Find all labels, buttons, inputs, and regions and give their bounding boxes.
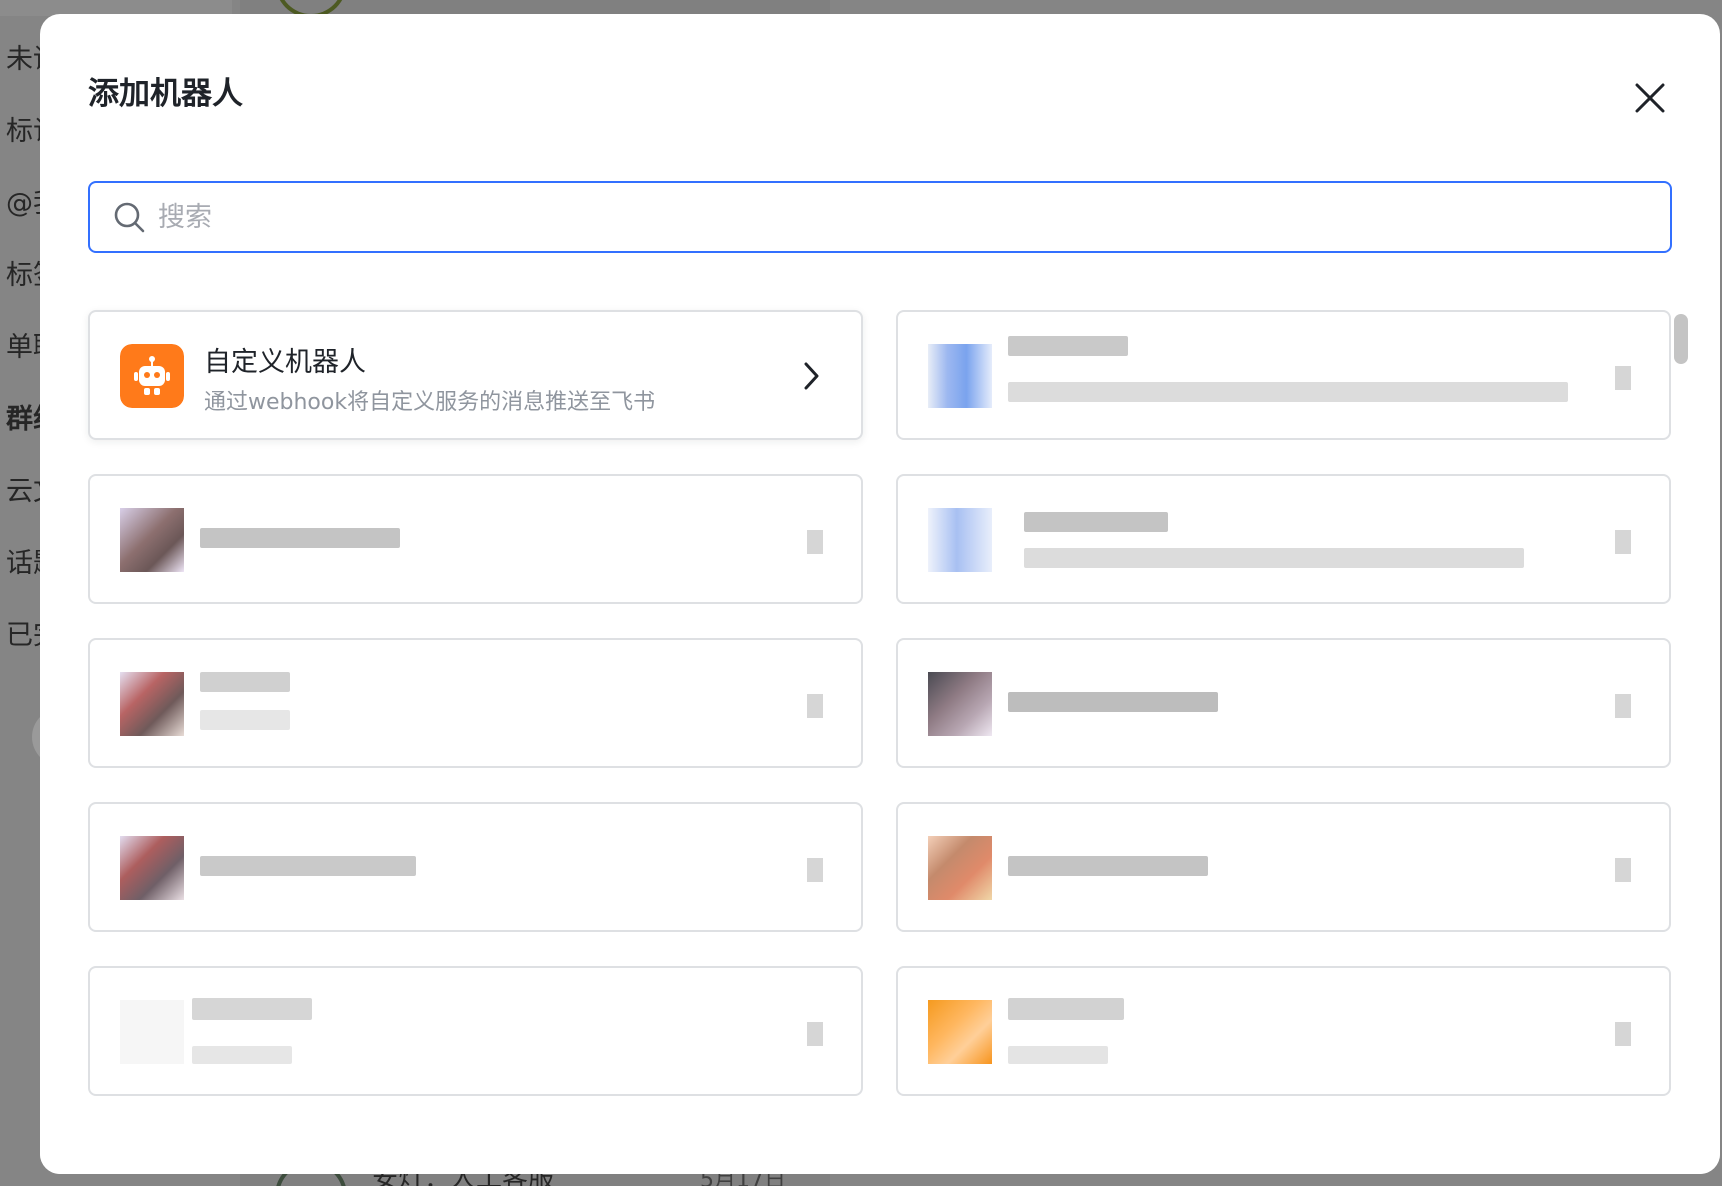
bot-arrow-redacted — [807, 1022, 823, 1046]
bot-name-redacted — [1024, 512, 1168, 532]
custom-bot-description: 通过webhook将自定义服务的消息推送至飞书 — [204, 390, 656, 415]
robot-icon — [120, 344, 184, 408]
dialog-bottom-padding — [40, 1114, 1720, 1174]
bot-desc-redacted — [1008, 1046, 1108, 1064]
bot-avatar — [928, 1000, 992, 1064]
bot-name-redacted — [1008, 856, 1208, 876]
bot-avatar — [120, 672, 184, 736]
bot-name-redacted — [200, 672, 290, 692]
search-box[interactable] — [88, 181, 1672, 253]
chevron-right-icon — [804, 362, 819, 390]
bot-arrow-redacted — [1615, 694, 1631, 718]
bot-avatar — [928, 672, 992, 736]
bot-arrow-redacted — [1615, 1022, 1631, 1046]
bot-arrow-redacted — [807, 858, 823, 882]
bot-name-redacted — [192, 998, 312, 1020]
bot-arrow-redacted — [807, 530, 823, 554]
bot-card[interactable] — [896, 802, 1671, 932]
bot-desc-redacted — [200, 710, 290, 730]
custom-bot-card[interactable]: 自定义机器人 通过webhook将自定义服务的消息推送至飞书 — [88, 310, 863, 440]
bot-avatar — [120, 508, 184, 572]
bot-card[interactable] — [88, 638, 863, 768]
bot-name-redacted — [1008, 336, 1128, 356]
search-icon — [114, 202, 145, 233]
bot-card[interactable] — [88, 802, 863, 932]
close-button[interactable] — [1626, 74, 1674, 122]
add-bot-dialog: 添加机器人 自定 — [40, 14, 1720, 1174]
bot-name-redacted — [200, 528, 400, 548]
bot-card[interactable] — [896, 966, 1671, 1096]
bot-arrow-redacted — [1615, 858, 1631, 882]
dialog-title: 添加机器人 — [88, 76, 243, 112]
bot-card[interactable] — [896, 310, 1671, 440]
bot-name-redacted — [1008, 692, 1218, 712]
bot-avatar — [928, 508, 992, 572]
close-icon — [1635, 83, 1665, 113]
bot-desc-redacted — [1008, 382, 1568, 402]
bot-card[interactable] — [88, 474, 863, 604]
bot-card[interactable] — [896, 638, 1671, 768]
bot-arrow-redacted — [1615, 530, 1631, 554]
bot-card[interactable] — [88, 966, 863, 1096]
bot-name-redacted — [200, 856, 416, 876]
bot-card[interactable] — [896, 474, 1671, 604]
bot-arrow-redacted — [807, 694, 823, 718]
search-input[interactable] — [158, 187, 1670, 247]
bot-arrow-redacted — [1615, 366, 1631, 390]
scrollbar-thumb[interactable] — [1674, 314, 1688, 364]
bot-desc-redacted — [1024, 548, 1524, 568]
bot-desc-redacted — [192, 1046, 292, 1064]
bot-avatar — [928, 344, 992, 408]
bot-avatar — [928, 836, 992, 900]
bot-name-redacted — [1008, 998, 1124, 1020]
custom-bot-name: 自定义机器人 — [204, 347, 366, 378]
bot-avatar — [120, 836, 184, 900]
bot-avatar — [120, 1000, 184, 1064]
